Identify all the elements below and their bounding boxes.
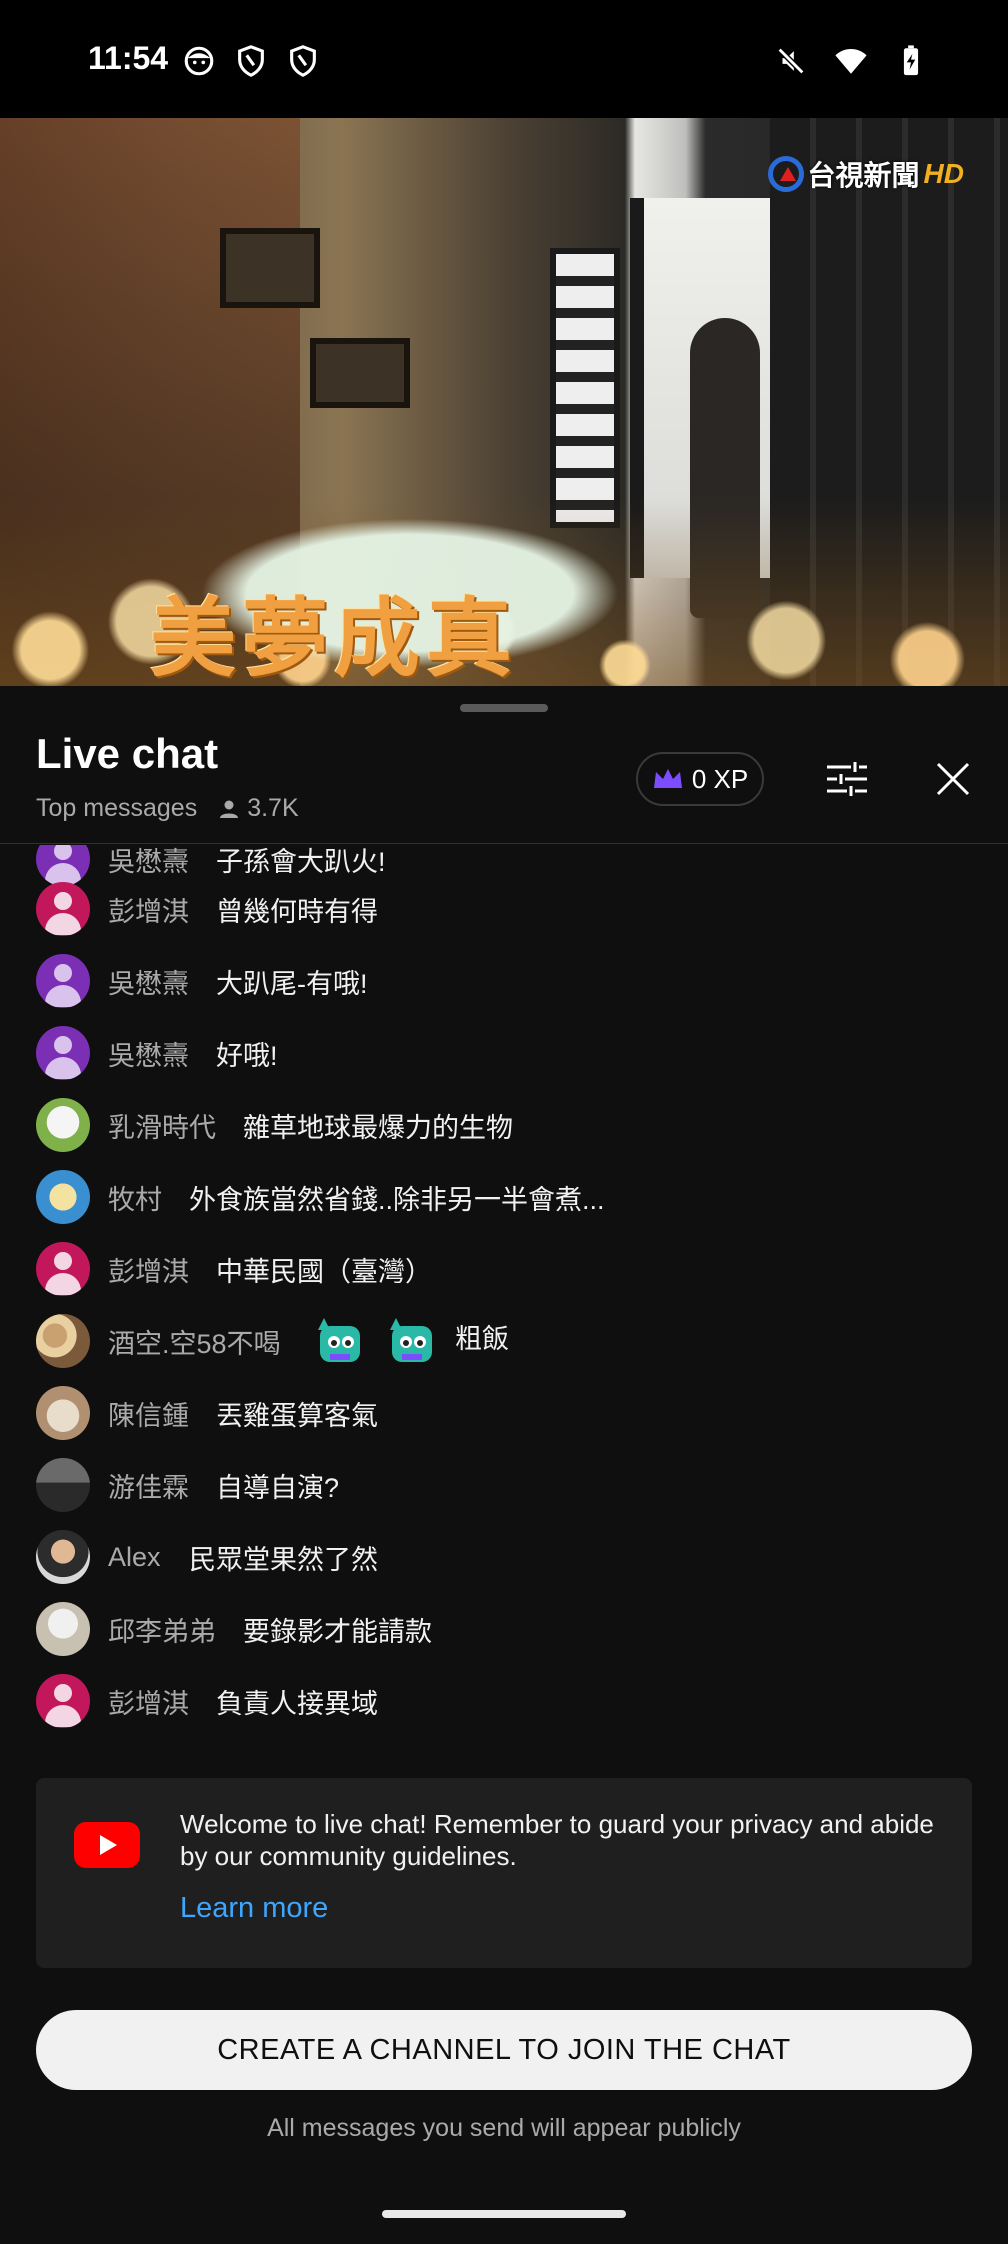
message-text: 外食族當然省錢..除非另一半會煮... (189, 1184, 605, 1215)
message-author[interactable]: 彭增淇 (108, 1250, 189, 1289)
face-icon (184, 46, 214, 76)
message-author[interactable]: 乳滑時代 (108, 1106, 216, 1145)
chat-message: Alex 民眾堂果然了然 (0, 1521, 1008, 1593)
message-text: 自導自演? (216, 1472, 340, 1503)
message-author[interactable]: 游佳霖 (108, 1466, 189, 1505)
crown-icon (653, 769, 682, 788)
avatar[interactable] (36, 1602, 90, 1656)
status-time: 11:54 (88, 40, 169, 76)
chat-message: 陳信鍾 丟雞蛋算客氣 (0, 1377, 1008, 1449)
message-author[interactable]: Alex (108, 1542, 161, 1573)
welcome-card: Welcome to live chat! Remember to guard … (36, 1778, 972, 1968)
custom-emoji-icon (389, 1318, 432, 1362)
message-author[interactable]: 吳懋燾 (108, 1034, 189, 1073)
avatar[interactable] (36, 1674, 90, 1728)
chat-message: 邱李弟弟 要錄影才能請款 (0, 1593, 1008, 1665)
person-icon (220, 800, 239, 818)
message-author[interactable]: 彭增淇 (108, 890, 189, 929)
video-scene-frame (310, 338, 410, 408)
avatar[interactable] (36, 1386, 90, 1440)
message-author[interactable]: 陳信鍾 (108, 1394, 189, 1433)
viewer-count-value: 3.7K (247, 794, 299, 822)
live-chat-panel: Live chat Top messages 3.7K 0 XP 吳懋燾 子孫會 (0, 686, 1008, 2244)
public-note: All messages you send will appear public… (267, 2114, 741, 2142)
chat-message: 彭增淇 負責人接異域 (0, 1665, 1008, 1737)
message-text: 丟雞蛋算客氣 (216, 1400, 378, 1431)
avatar[interactable] (36, 1458, 90, 1512)
chat-title: Live chat (36, 730, 219, 777)
gesture-nav-bar[interactable] (382, 2210, 626, 2218)
avatar[interactable] (36, 1242, 90, 1296)
chat-message: 吳懋燾 大趴尾-有哦! (0, 945, 1008, 1017)
create-channel-button[interactable]: CREATE A CHANNEL TO JOIN THE CHAT (36, 2010, 972, 2090)
avatar[interactable] (36, 1170, 90, 1224)
avatar[interactable] (36, 882, 90, 936)
message-text: 負責人接異域 (216, 1688, 378, 1719)
message-text: 粗飯 (455, 1324, 510, 1355)
chat-message: 彭增淇 曾幾何時有得 (0, 873, 1008, 945)
youtube-logo-icon (74, 1822, 140, 1868)
video-caption: 美夢成真 (150, 588, 518, 686)
chat-message-list[interactable]: 吳懋燾 子孫會大趴火! 彭增淇 曾幾何時有得 吳懋燾 大趴尾-有哦! 吳懋燾 好… (0, 845, 1008, 1757)
message-text: 中華民國（臺灣） (216, 1256, 432, 1287)
drag-handle[interactable] (460, 704, 548, 712)
chat-message: 游佳霖 自導自演? (0, 1449, 1008, 1521)
video-scene-frame (220, 228, 320, 308)
channel-logo-icon (767, 156, 804, 192)
custom-emoji-icon (318, 1318, 360, 1362)
shield-icon (290, 45, 316, 77)
message-text: 雜草地球最爆力的生物 (243, 1112, 513, 1143)
channel-logo: 台視新聞 HD (767, 154, 964, 194)
status-icons-left (182, 44, 320, 78)
chat-message: 牧村 外食族當然省錢..除非另一半會煮... (0, 1161, 1008, 1233)
avatar[interactable] (36, 1098, 90, 1152)
message-text: 民眾堂果然了然 (189, 1544, 378, 1575)
battery-charging-icon (903, 45, 919, 76)
message-author[interactable]: 彭增淇 (108, 1682, 189, 1721)
avatar[interactable] (36, 1530, 90, 1584)
avatar[interactable] (36, 1314, 90, 1368)
chat-mode-selector[interactable]: Top messages (36, 794, 197, 823)
viewer-count: 3.7K (217, 794, 299, 823)
chat-header: Live chat Top messages 3.7K 0 XP (0, 686, 1008, 844)
xp-button[interactable]: 0 XP (636, 752, 764, 806)
channel-logo-hd: HD (923, 158, 964, 189)
chat-message: 酒空.空58不喝 粗飯 (0, 1305, 1008, 1377)
message-text: 要錄影才能請款 (243, 1616, 432, 1647)
shield-icon (238, 45, 264, 77)
wifi-icon (835, 48, 867, 74)
status-bar: 11:54 (0, 0, 1008, 118)
welcome-text: Welcome to live chat! Remember to guard … (180, 1809, 934, 1871)
message-author[interactable]: 酒空.空58不喝 (108, 1322, 281, 1361)
close-button[interactable] (926, 752, 980, 806)
message-text: 曾幾何時有得 (216, 896, 378, 927)
avatar[interactable] (36, 954, 90, 1008)
chat-message: 彭增淇 中華民國（臺灣） (0, 1233, 1008, 1305)
chat-subtitle: Top messages 3.7K (36, 794, 299, 823)
close-icon (936, 762, 970, 796)
message-text: 大趴尾-有哦! (216, 968, 368, 999)
message-text-with-emoji: 粗飯 (312, 1316, 509, 1366)
xp-value: 0 XP (691, 763, 749, 794)
chat-message: 吳懋燾 好哦! (0, 1017, 1008, 1089)
mute-icon (777, 47, 805, 75)
status-icons-right (774, 44, 928, 78)
channel-logo-name: 台視新聞 (807, 160, 920, 191)
learn-more-link[interactable]: Learn more (180, 1892, 328, 1925)
video-player[interactable]: 美夢成真 台視新聞 HD (0, 118, 1008, 686)
filter-button[interactable] (820, 752, 874, 806)
avatar[interactable] (36, 1026, 90, 1080)
message-author[interactable]: 牧村 (108, 1178, 162, 1217)
message-text: 好哦! (216, 1040, 278, 1071)
chat-message: 乳滑時代 雜草地球最爆力的生物 (0, 1089, 1008, 1161)
tune-icon (827, 762, 867, 796)
message-author[interactable]: 邱李弟弟 (108, 1610, 216, 1649)
message-author[interactable]: 吳懋燾 (108, 962, 189, 1001)
video-scene-window (550, 248, 620, 528)
